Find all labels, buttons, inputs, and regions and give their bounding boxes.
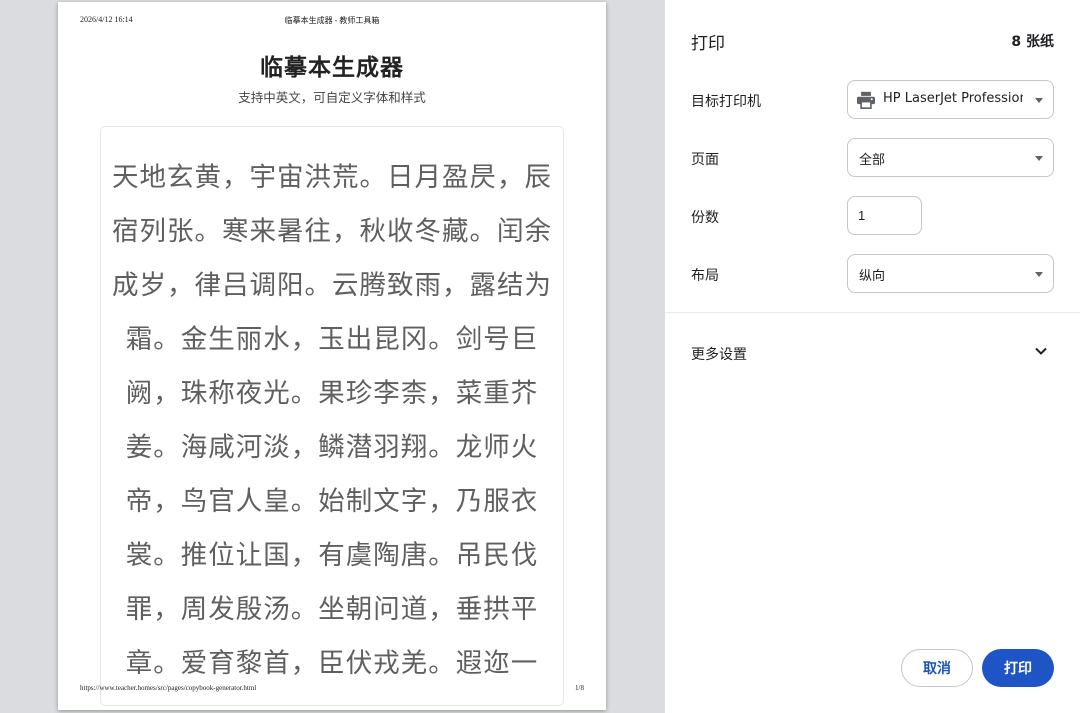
practice-line: 裳。推位让国，有虞陶唐。吊民伐: [125, 540, 539, 571]
divider: [665, 312, 1080, 313]
pages-label: 页面: [691, 152, 719, 168]
layout-value: 纵向: [859, 269, 886, 284]
layout-select[interactable]: 纵向: [847, 254, 1054, 293]
sheet-count: 8 张纸: [1011, 34, 1054, 50]
practice-line: 天地玄黄，宇宙洪荒。日月盈昃，辰: [112, 162, 552, 193]
print-preview-area: 2026/4/12 16:14 临摹本生成器 - 教师工具箱 临摹本生成器 支持…: [0, 0, 665, 713]
more-settings-toggle[interactable]: 更多设置: [665, 330, 1080, 372]
preview-page: 2026/4/12 16:14 临摹本生成器 - 教师工具箱 临摹本生成器 支持…: [58, 2, 606, 710]
caret-down-icon: [1035, 98, 1043, 103]
more-settings-label: 更多设置: [691, 347, 747, 363]
caret-down-icon: [1035, 272, 1043, 277]
printer-icon: [857, 91, 875, 109]
copies-label: 份数: [691, 210, 719, 226]
practice-text-box: 天地玄黄，宇宙洪荒。日月盈昃，辰 宿列张。寒来暑往，秋收冬藏。闰余 成岁，律吕调…: [100, 126, 564, 706]
panel-title: 打印: [691, 34, 725, 54]
cancel-button[interactable]: 取消: [901, 649, 973, 687]
practice-line: 成岁，律吕调阳。云腾致雨，露结为: [112, 270, 552, 301]
practice-line: 宿列张。寒来暑往，秋收冬藏。闰余: [112, 216, 552, 247]
pages-select[interactable]: 全部: [847, 138, 1054, 177]
practice-line: 章。爱育黎首，臣伏戎羌。遐迩一: [125, 648, 539, 679]
practice-line: 霜。金生丽水，玉出昆冈。剑号巨: [125, 324, 539, 355]
print-settings-panel: 打印 8 张纸 目标打印机 HP LaserJet Professional 页…: [665, 0, 1080, 713]
print-button[interactable]: 打印: [982, 649, 1054, 687]
document-title: 临摹本生成器: [260, 55, 404, 81]
destination-value: HP LaserJet Professional: [883, 91, 1023, 106]
footer-page-number: 1/8: [575, 684, 584, 692]
practice-line: 姜。海咸河淡，鳞潜羽翔。龙师火: [125, 432, 539, 463]
destination-select[interactable]: HP LaserJet Professional: [847, 80, 1054, 119]
practice-line: 帝，鸟官人皇。始制文字，乃服衣: [125, 486, 539, 517]
pages-value: 全部: [859, 153, 886, 168]
practice-line: 阙，珠称夜光。果珍李柰，菜重芥: [125, 378, 539, 409]
caret-down-icon: [1035, 156, 1043, 161]
practice-line: 罪，周发殷汤。坐朝问道，垂拱平: [125, 594, 539, 625]
footer-url: https://www.teacher.homes/src/pages/copy…: [80, 684, 257, 692]
chevron-down-icon: [1035, 347, 1047, 355]
copies-input[interactable]: [847, 196, 922, 235]
destination-label: 目标打印机: [691, 94, 761, 110]
document-subtitle: 支持中英文，可自定义字体和样式: [238, 90, 426, 105]
layout-label: 布局: [691, 268, 719, 284]
header-title: 临摹本生成器 - 教师工具箱: [284, 16, 380, 25]
